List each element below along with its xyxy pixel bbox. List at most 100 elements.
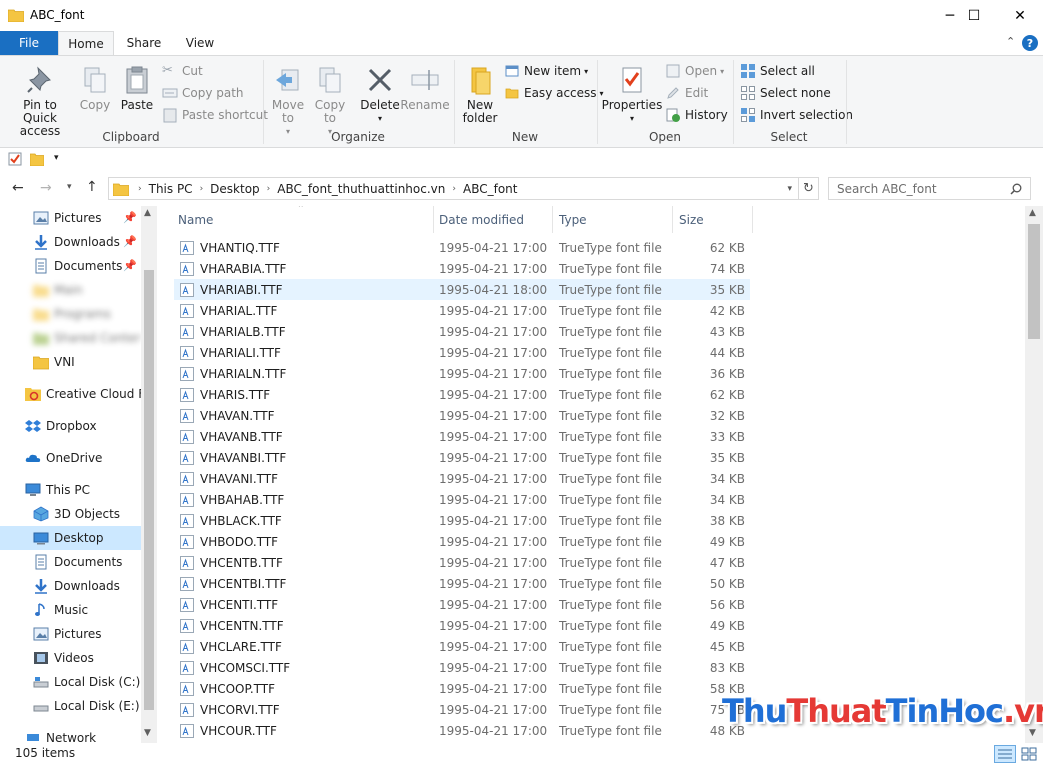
rename-button[interactable]: Rename <box>400 64 450 112</box>
breadcrumb-parent-folder[interactable]: ABC_font_thuthuattinhoc.vn <box>273 182 449 196</box>
table-row[interactable]: VHBLACK.TTF 1995-04-21 17:00 TrueType font… <box>174 510 750 531</box>
nav-item-documents[interactable]: Documents <box>0 550 141 574</box>
scroll-up-icon[interactable]: ▲ <box>1029 208 1036 218</box>
properties-button[interactable]: Properties ▾ <box>602 64 662 125</box>
table-row[interactable]: VHARABIA.TTF 1995-04-21 17:00 TrueType fon… <box>174 258 750 279</box>
nav-item-onedrive[interactable]: OneDrive <box>0 446 141 470</box>
table-row[interactable]: VHAVANI.TTF 1995-04-21 17:00 TrueType font… <box>174 468 750 489</box>
file-name-cell[interactable]: VHCLARE.TTF <box>180 636 282 657</box>
file-name-cell[interactable]: VHCOOP.TTF <box>180 678 275 699</box>
paste-shortcut-button[interactable]: Paste shortcut <box>162 106 268 124</box>
nav-item-blurred[interactable]: Shared Content <box>0 326 141 350</box>
large-icons-view-icon[interactable] <box>1019 745 1039 763</box>
breadcrumb-current-folder[interactable]: ABC_font <box>459 182 522 196</box>
nav-item-dropbox[interactable]: Dropbox <box>0 414 141 438</box>
delete-button[interactable]: Delete ▾ <box>360 64 400 125</box>
details-view-icon[interactable] <box>994 745 1016 763</box>
forward-arrow-icon[interactable]: → <box>40 180 52 196</box>
nav-item-this-pc[interactable]: This PC <box>0 478 141 502</box>
table-row[interactable]: VHARIAL.TTF 1995-04-21 17:00 TrueType font… <box>174 300 750 321</box>
select-none-button[interactable]: Select none <box>740 84 831 102</box>
file-name-cell[interactable]: VHAVAN.TTF <box>180 405 274 426</box>
tab-home[interactable]: Home <box>58 31 114 55</box>
file-name-cell[interactable]: VHCENTBI.TTF <box>180 573 286 594</box>
maximize-button[interactable]: ☐ <box>951 0 997 31</box>
table-row[interactable]: VHANTIQ.TTF 1995-04-21 17:00 TrueType font… <box>174 237 750 258</box>
recent-locations-icon[interactable]: ▾ <box>67 182 72 192</box>
close-button[interactable]: ✕ <box>997 0 1043 31</box>
copy-to-button[interactable]: Copy to ▾ <box>310 64 350 138</box>
paste-button[interactable]: Paste <box>117 64 157 112</box>
breadcrumb-desktop[interactable]: Desktop <box>206 182 264 196</box>
file-name-cell[interactable]: VHCENTI.TTF <box>180 594 278 615</box>
new-folder-qat-icon[interactable] <box>30 152 44 166</box>
breadcrumb-chevron-icon[interactable]: › <box>264 184 274 194</box>
breadcrumb-chevron-icon[interactable]: › <box>135 184 145 194</box>
table-row[interactable]: VHCENTN.TTF 1995-04-21 17:00 TrueType font… <box>174 615 750 636</box>
table-row[interactable]: VHCOOP.TTF 1995-04-21 17:00 TrueType font … <box>174 678 750 699</box>
file-name-cell[interactable]: VHCORVI.TTF <box>180 699 280 720</box>
search-input[interactable]: Search ABC_font <box>828 177 1031 200</box>
nav-item-blurred[interactable]: Main <box>0 278 141 302</box>
nav-pane-scrollbar[interactable]: ▲ ▼ <box>141 206 157 743</box>
nav-item-vni[interactable]: VNI <box>0 350 141 374</box>
copy-button[interactable]: Copy <box>77 64 113 112</box>
address-bar[interactable]: › This PC › Desktop › ABC_font_thuthuatt… <box>108 177 799 200</box>
table-row[interactable]: VHARIALI.TTF 1995-04-21 17:00 TrueType fon… <box>174 342 750 363</box>
cut-button[interactable]: ✂ Cut <box>162 62 203 80</box>
tab-view[interactable]: View <box>174 31 226 55</box>
scroll-thumb[interactable] <box>144 270 154 710</box>
file-name-cell[interactable]: VHAVANBI.TTF <box>180 447 286 468</box>
breadcrumb-chevron-icon[interactable]: › <box>449 184 459 194</box>
table-row[interactable]: VHBODO.TTF 1995-04-21 17:00 TrueType font … <box>174 531 750 552</box>
nav-item-downloads-pinned[interactable]: Downloads 📌 <box>0 230 141 254</box>
address-dropdown-icon[interactable]: ▾ <box>787 184 792 194</box>
table-row[interactable]: VHCLARE.TTF 1995-04-21 17:00 TrueType font… <box>174 636 750 657</box>
nav-item-pictures[interactable]: Pictures <box>0 622 141 646</box>
new-folder-button[interactable]: New folder <box>459 64 501 125</box>
table-row[interactable]: VHCOMSCI.TTF 1995-04-21 17:00 TrueType fon… <box>174 657 750 678</box>
breadcrumb-chevron-icon[interactable]: › <box>197 184 207 194</box>
file-name-cell[interactable]: VHAVANB.TTF <box>180 426 283 447</box>
tab-file[interactable]: File <box>0 31 58 55</box>
table-row[interactable]: VHCENTB.TTF 1995-04-21 17:00 TrueType font… <box>174 552 750 573</box>
move-to-button[interactable]: Move to ▾ <box>268 64 308 138</box>
table-row[interactable]: VHAVANB.TTF 1995-04-21 17:00 TrueType font… <box>174 426 750 447</box>
column-header-type[interactable]: Type <box>559 206 669 233</box>
file-name-cell[interactable]: VHARIS.TTF <box>180 384 270 405</box>
file-name-cell[interactable]: VHCENTB.TTF <box>180 552 283 573</box>
nav-item-3d-objects[interactable]: 3D Objects <box>0 502 141 526</box>
ribbon-collapse-icon[interactable]: ⌃ <box>1006 35 1015 48</box>
nav-item-local-disk-c[interactable]: Local Disk (C:) <box>0 670 141 694</box>
up-arrow-icon[interactable]: ↑ <box>86 179 98 195</box>
nav-item-network[interactable]: Network <box>0 726 141 743</box>
file-name-cell[interactable]: VHARIALI.TTF <box>180 342 281 363</box>
table-row[interactable]: VHCENTBI.TTF 1995-04-21 17:00 TrueType fon… <box>174 573 750 594</box>
history-button[interactable]: History <box>665 106 728 124</box>
pin-quick-access-button[interactable]: Pin to Quick access <box>5 64 75 138</box>
file-name-cell[interactable]: VHBAHAB.TTF <box>180 489 284 510</box>
file-name-cell[interactable]: VHBODO.TTF <box>180 531 278 552</box>
nav-item-pictures-pinned[interactable]: Pictures 📌 <box>0 206 141 230</box>
file-name-cell[interactable]: VHARIALN.TTF <box>180 363 286 384</box>
nav-item-videos[interactable]: Videos <box>0 646 141 670</box>
table-row[interactable]: VHARIS.TTF 1995-04-21 17:00 TrueType font … <box>174 384 750 405</box>
scroll-down-icon[interactable]: ▼ <box>144 728 151 738</box>
help-icon[interactable]: ? <box>1022 35 1038 51</box>
file-name-cell[interactable]: VHARABIA.TTF <box>180 258 286 279</box>
table-row[interactable]: VHCOUR.TTF 1995-04-21 17:00 TrueType font … <box>174 720 750 741</box>
table-row[interactable]: VHBAHAB.TTF 1995-04-21 17:00 TrueType font… <box>174 489 750 510</box>
file-name-cell[interactable]: VHCOMSCI.TTF <box>180 657 290 678</box>
open-button[interactable]: Open ▾ <box>665 62 724 80</box>
table-row[interactable]: VHARIABI.TTF 1995-04-21 18:00 TrueType fon… <box>174 279 750 300</box>
file-name-cell[interactable]: VHANTIQ.TTF <box>180 237 280 258</box>
file-name-cell[interactable]: VHAVANI.TTF <box>180 468 278 489</box>
refresh-icon[interactable]: ↻ <box>799 177 819 200</box>
column-header-name[interactable]: Name <box>178 206 432 233</box>
invert-selection-button[interactable]: Invert selection <box>740 106 853 124</box>
table-row[interactable]: VHAVAN.TTF 1995-04-21 17:00 TrueType font … <box>174 405 750 426</box>
file-name-cell[interactable]: VHCOUR.TTF <box>180 720 277 741</box>
file-name-cell[interactable]: VHCENTN.TTF <box>180 615 284 636</box>
column-divider[interactable] <box>752 206 753 233</box>
edit-button[interactable]: Edit <box>665 84 708 102</box>
